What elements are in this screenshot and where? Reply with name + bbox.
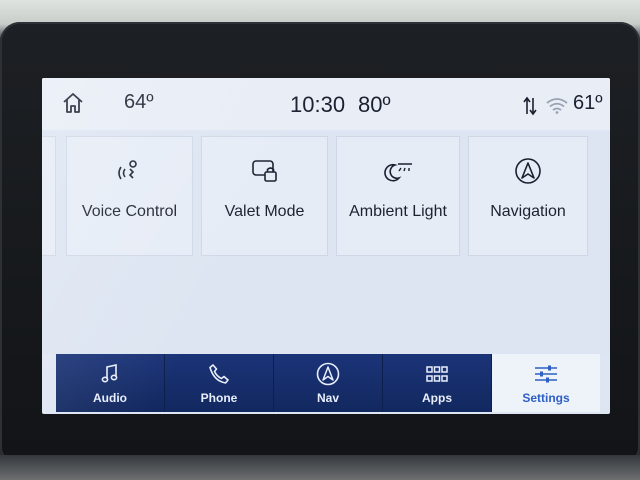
music-note-icon [101,363,119,385]
nav-audio[interactable]: Audio [56,354,165,412]
navigation-arrow-icon [316,362,340,386]
home-icon [63,93,83,113]
phone-icon [208,363,230,385]
settings-sliders-icon [534,363,558,385]
previous-page-tile-edge[interactable] [42,136,56,256]
nav-label: Nav [316,391,339,405]
nav-apps[interactable]: Apps [383,354,492,412]
nav-label: Audio [93,391,127,405]
data-transfer-icon [523,96,537,116]
dashboard-trim [0,455,640,480]
voice-icon [117,157,143,185]
ambient-light-icon [383,157,413,185]
navigation-arrow-icon [514,157,542,185]
wifi-icon [546,98,568,114]
tile-label: Ambient Light [349,203,447,220]
tile-label: Valet Mode [224,203,305,220]
tile-ambient-light[interactable]: Ambient Light [336,136,460,256]
nav-settings[interactable]: Settings [492,354,600,412]
tile-voice-control[interactable]: Voice Control [66,136,193,256]
infotainment-screen: 64º 10:30 80º 61º Voice Control Valet Mo… [42,78,610,414]
valet-lock-icon [251,157,279,185]
nav-nav[interactable]: Nav [274,354,383,412]
tile-navigation[interactable]: Navigation [468,136,588,256]
status-bar: 64º 10:30 80º 61º [42,78,610,130]
outside-temperature: 64º [124,91,154,113]
nav-label: Apps [422,391,452,405]
clock: 10:30 [290,92,346,117]
bottom-navigation-bar: Audio Phone Nav Apps Settings [56,354,600,412]
nav-label: Settings [522,391,570,405]
apps-grid-icon [426,363,448,385]
cabin-temperature: 80º [358,92,391,117]
nav-phone[interactable]: Phone [165,354,274,412]
home-button[interactable] [56,88,90,118]
settings-tiles-panel: Voice Control Valet Mode Ambient Light N… [42,132,610,401]
right-temperature: 61º [573,92,603,114]
tile-label: Voice Control [81,203,178,220]
nav-label: Phone [200,391,238,405]
tile-valet-mode[interactable]: Valet Mode [201,136,328,256]
tile-label: Navigation [490,203,566,220]
